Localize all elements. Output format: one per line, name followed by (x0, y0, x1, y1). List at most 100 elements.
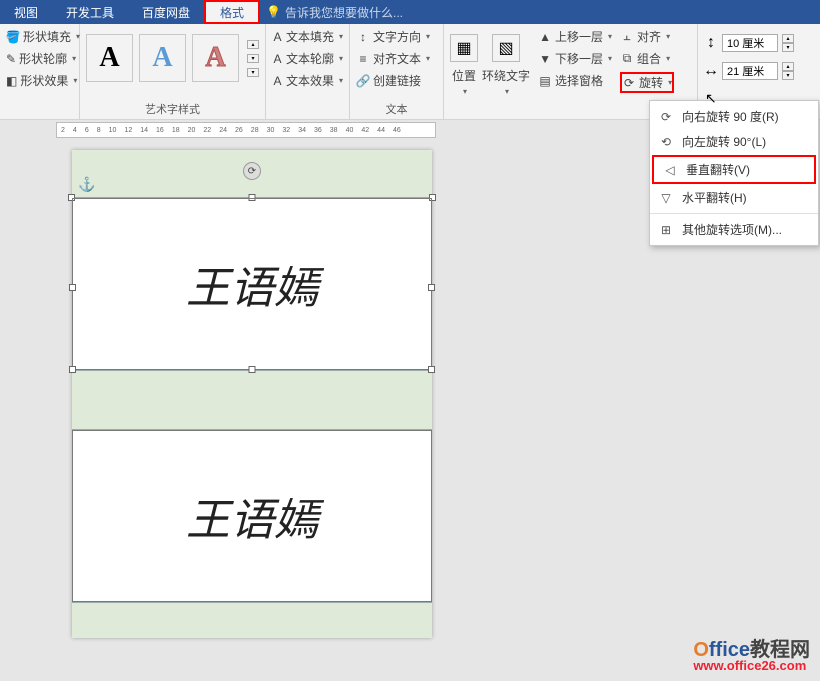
pen-icon: ✎ (6, 52, 16, 66)
ruler-mark: 24 (215, 127, 231, 134)
textbox-2[interactable]: 王语嫣 (72, 430, 432, 602)
text-outline-button[interactable]: A文本轮廓▾ (272, 50, 343, 67)
ruler-mark: 46 (389, 127, 405, 134)
gallery-down-icon[interactable]: ▾ (247, 54, 259, 63)
align-text-label: 对齐文本 (373, 50, 421, 67)
gallery-up-icon[interactable]: ▴ (247, 40, 259, 49)
text-group-label: 文本 (350, 101, 443, 117)
rotate-left-label: 向左旋转 90°(L) (682, 133, 766, 150)
text-direction-button[interactable]: ↕文字方向▾ (356, 28, 437, 45)
pane-label: 选择窗格 (555, 72, 603, 89)
shape-effects-button[interactable]: ◧形状效果▾ (6, 72, 73, 89)
tab-view[interactable]: 视图 (0, 0, 52, 24)
wordart-gallery[interactable]: A A A ▴ ▾ ▾ (86, 34, 259, 82)
ruler-mark: 14 (136, 127, 152, 134)
forward-icon: ▲ (538, 30, 552, 44)
page-header-margin: ⚓ ⟳ (72, 150, 432, 198)
height-down[interactable]: ▾ (782, 43, 794, 52)
ruler-mark: 30 (263, 127, 279, 134)
ruler-mark: 4 (69, 127, 81, 134)
selection-handle[interactable] (69, 366, 76, 373)
align-icon: ⫠ (620, 30, 634, 44)
more-options-icon: ⊞ (658, 222, 674, 238)
ruler-mark: 18 (168, 127, 184, 134)
horizontal-ruler[interactable]: 2468101214161820222426283032343638404244… (56, 122, 436, 138)
textbox-2-text: 王语嫣 (186, 484, 318, 548)
ruler-mark: 2 (57, 127, 69, 134)
width-down[interactable]: ▾ (782, 71, 794, 80)
flip-vertical-label: 垂直翻转(V) (686, 161, 750, 178)
selection-handle[interactable] (428, 284, 435, 291)
tab-format[interactable]: 格式 (204, 0, 260, 24)
ruler-mark: 36 (310, 127, 326, 134)
rotate-dropdown-menu: ⟳向右旋转 90 度(R) ⟲ 向左旋转 90°(L) ◁垂直翻转(V) ▽水平翻… (649, 100, 819, 246)
position-button[interactable]: 位置▾ (452, 67, 476, 96)
tell-me-search[interactable]: 💡 告诉我您想要做什么... (266, 4, 403, 21)
ruler-mark: 28 (247, 127, 263, 134)
tab-dev[interactable]: 开发工具 (52, 0, 128, 24)
selection-handle[interactable] (428, 366, 435, 373)
text-outline-icon: A (272, 52, 283, 66)
ruler-mark: 12 (120, 127, 136, 134)
selection-handle[interactable] (249, 366, 256, 373)
text-direction-label: 文字方向 (373, 28, 421, 45)
ruler-mark: 42 (357, 127, 373, 134)
height-input[interactable] (722, 34, 778, 52)
position-icon: ▦ (450, 34, 478, 62)
bring-forward-button[interactable]: ▲上移一层▾ (538, 28, 612, 45)
ruler-mark: 44 (373, 127, 389, 134)
height-icon: ↕ (704, 36, 718, 50)
rotate-button[interactable]: ⟳旋转▾ (620, 72, 674, 93)
width-input[interactable] (722, 62, 778, 80)
ruler-mark: 40 (342, 127, 358, 134)
create-link-button[interactable]: 🔗创建链接 (356, 72, 437, 89)
align-text-icon: ≡ (356, 52, 370, 66)
ruler-mark: 22 (199, 127, 215, 134)
watermark-url: www.office26.com (693, 658, 810, 673)
wordart-style-1[interactable]: A (86, 34, 133, 82)
shape-fill-button[interactable]: 🪣形状填充▾ (6, 28, 73, 45)
rotate-right-label: 向右旋转 90 度(R) (682, 108, 779, 125)
group-button[interactable]: ⧉组合▾ (620, 50, 674, 67)
textbox-1[interactable]: 王语嫣 (72, 198, 432, 370)
selection-handle[interactable] (69, 284, 76, 291)
wordart-style-3[interactable]: A (192, 34, 239, 82)
align-text-button[interactable]: ≡对齐文本▾ (356, 50, 437, 67)
flip-horizontal-item[interactable]: ▽水平翻转(H) (650, 185, 818, 210)
ribbon-tabs: 视图 开发工具 百度网盘 格式 💡 告诉我您想要做什么... (0, 0, 820, 24)
text-effects-button[interactable]: A文本效果▾ (272, 72, 343, 89)
ruler-mark: 16 (152, 127, 168, 134)
height-up[interactable]: ▴ (782, 34, 794, 43)
flip-vertical-item[interactable]: ◁垂直翻转(V) (652, 155, 816, 184)
bucket-icon: 🪣 (6, 30, 20, 44)
ruler-mark: 32 (278, 127, 294, 134)
rotate-left-icon: ⟲ (658, 134, 674, 150)
rotate-handle[interactable]: ⟳ (243, 162, 261, 180)
width-icon: ↔ (704, 64, 718, 78)
menu-separator (650, 213, 818, 214)
link-icon: 🔗 (356, 74, 370, 88)
wordart-style-2[interactable]: A (139, 34, 186, 82)
tab-baidu[interactable]: 百度网盘 (128, 0, 204, 24)
wrap-text-button[interactable]: 环绕文字▾ (482, 67, 530, 96)
shape-outline-button[interactable]: ✎形状轮廓▾ (6, 50, 73, 67)
flip-horizontal-icon: ▽ (658, 190, 674, 206)
rotate-right-90-item[interactable]: ⟳向右旋转 90 度(R) (650, 104, 818, 129)
group-btn-label: 组合 (637, 50, 661, 67)
rotate-left-90-item[interactable]: ⟲ 向左旋转 90°(L) (650, 129, 818, 154)
group-shape-styles: 🪣形状填充▾ ✎形状轮廓▾ ◧形状效果▾ (0, 24, 80, 119)
align-button[interactable]: ⫠对齐▾ (620, 28, 674, 45)
forward-label: 上移一层 (555, 28, 603, 45)
shape-fill-label: 形状填充 (23, 28, 71, 45)
send-backward-button[interactable]: ▼下移一层▾ (538, 50, 612, 67)
gallery-more-icon[interactable]: ▾ (247, 68, 259, 77)
width-up[interactable]: ▴ (782, 62, 794, 71)
backward-label: 下移一层 (555, 50, 603, 67)
text-fill-button[interactable]: A文本填充▾ (272, 28, 343, 45)
align-label: 对齐 (637, 28, 661, 45)
rotate-icon: ⟳ (622, 76, 636, 90)
position-label: 位置 (452, 67, 476, 84)
selection-pane-button[interactable]: ▤选择窗格 (538, 72, 612, 89)
more-rotation-options-item[interactable]: ⊞其他旋转选项(M)... (650, 217, 818, 242)
text-effects-icon: A (272, 74, 283, 88)
